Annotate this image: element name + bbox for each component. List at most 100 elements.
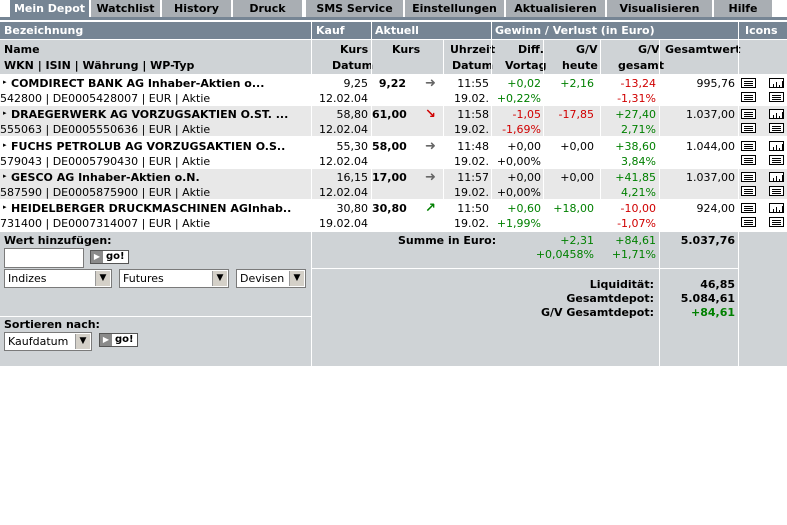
expand-triangle-icon[interactable]: ▸ [3, 172, 7, 180]
tab-hilfe[interactable]: Hilfe [714, 0, 774, 17]
chart-icon[interactable] [769, 141, 784, 151]
kauf-datum: 12.02.04 [319, 123, 368, 136]
uhrzeit: 11:57 [457, 171, 489, 184]
gv-gesamtdepot-label: G/V Gesamtdepot: [541, 306, 654, 319]
col-group-gewinn-verlust: Gewinn / Verlust (in Euro) [495, 24, 655, 37]
left-panel: Wert hinzufügen: ▶ go! Indizes ▼ Futures … [0, 232, 311, 366]
kauf-datum: 12.02.04 [319, 155, 368, 168]
sort-go-button[interactable]: ▶ go! [99, 333, 138, 347]
add-value-input[interactable] [4, 248, 84, 268]
expand-triangle-icon[interactable]: ▸ [3, 203, 7, 211]
gesamtwert: 995,76 [696, 77, 736, 90]
tab-visualisieren[interactable]: Visualisieren [607, 0, 714, 17]
gv-gesamt: -10,00 [620, 202, 656, 215]
gv-heute: -17,85 [558, 108, 594, 121]
col-kauf-kurs: Kurs [340, 43, 369, 56]
table-row[interactable]: ▸ HEIDELBERGER DRUCKMASCHINEN AGInhab.. 73… [0, 200, 787, 230]
kauf-kurs: 9,25 [343, 77, 369, 90]
table-header-groups: Bezeichnung Kauf Aktuell Gewinn / Verlus… [0, 22, 787, 39]
chart-icon[interactable] [769, 172, 784, 182]
kauf-kurs: 30,80 [336, 202, 369, 215]
summary-gv-heute: +2,31 [560, 234, 594, 247]
panel-divider [660, 268, 738, 269]
chart-icon[interactable] [769, 203, 784, 213]
devisen-select-value: Devisen [240, 272, 285, 285]
expand-triangle-icon[interactable]: ▸ [3, 141, 7, 149]
tab-watchlist[interactable]: Watchlist [91, 0, 162, 17]
diff-vortag: +0,60 [507, 202, 541, 215]
summary-label: Summe in Euro: [398, 234, 497, 247]
table-icon[interactable] [741, 172, 756, 182]
col-vortag: Vortag [505, 59, 547, 72]
table-icon[interactable] [741, 78, 756, 88]
diff-vortag: +0,00 [507, 171, 541, 184]
panel-divider [312, 268, 659, 269]
note-icon[interactable] [769, 92, 784, 102]
table-row[interactable]: ▸ DRAEGERWERK AG VORZUGSAKTIEN O.ST. ... 5… [0, 106, 787, 136]
col-separator [443, 40, 444, 232]
table-icon[interactable] [741, 141, 756, 151]
security-name-link[interactable]: GESCO AG Inhaber-Aktien o.N. [11, 171, 200, 184]
tab-history[interactable]: History [162, 0, 233, 17]
devisen-select[interactable]: Devisen ▼ [236, 269, 306, 288]
tab-druck[interactable]: Druck [233, 0, 304, 17]
chart-icon[interactable] [769, 109, 784, 119]
col-name: Name [4, 43, 40, 56]
col-group-bezeichnung: Bezeichnung [4, 24, 84, 37]
arrow-down-icon: ↘ [425, 107, 436, 122]
panel-divider [0, 316, 311, 317]
aktuell-datum: 19.02. [454, 155, 489, 168]
tab-sms-service[interactable]: SMS Service [306, 0, 405, 17]
chevron-down-icon: ▼ [289, 271, 304, 286]
sort-select[interactable]: Kaufdatum ▼ [4, 332, 92, 351]
table-row[interactable]: ▸ GESCO AG Inhaber-Aktien o.N. 587590 | DE… [0, 169, 787, 199]
gv-heute: +18,00 [553, 202, 594, 215]
add-value-go-button[interactable]: ▶ go! [90, 250, 129, 264]
table-icon[interactable] [741, 109, 756, 119]
news-icon[interactable] [741, 217, 756, 227]
security-name-link[interactable]: DRAEGERWERK AG VORZUGSAKTIEN O.ST. ... [11, 108, 288, 121]
news-icon[interactable] [741, 92, 756, 102]
news-icon[interactable] [741, 155, 756, 165]
futures-select-value: Futures [123, 272, 164, 285]
gv-gesamt: +41,85 [615, 171, 656, 184]
table-icon[interactable] [741, 203, 756, 213]
table-header-columns: Name WKN | ISIN | Währung | WP-Typ Kurs … [0, 40, 787, 74]
gv-gesamt-pct: 4,21% [621, 186, 656, 199]
security-name-link[interactable]: HEIDELBERGER DRUCKMASCHINEN AGInhab.. [11, 202, 291, 215]
aktuell-kurs: 30,80 [372, 202, 407, 215]
add-value-label: Wert hinzufügen: [4, 234, 112, 247]
tab-mein-depot[interactable]: Mein Depot [10, 0, 91, 17]
chevron-down-icon: ▼ [75, 334, 90, 349]
tab-aktualisieren[interactable]: Aktualisieren [506, 0, 607, 17]
diff-vortag: -1,05 [512, 108, 541, 121]
chart-icon[interactable] [769, 78, 784, 88]
table-row[interactable]: ▸ COMDIRECT BANK AG Inhaber-Aktien o... 54… [0, 75, 787, 105]
note-icon[interactable] [769, 123, 784, 133]
diff-vortag: +0,00 [507, 140, 541, 153]
gv-gesamt: +38,60 [615, 140, 656, 153]
col-heute: heute [562, 59, 598, 72]
expand-triangle-icon[interactable]: ▸ [3, 78, 7, 86]
summary-gesamtwert: 5.037,76 [680, 234, 735, 247]
security-name-link[interactable]: FUCHS PETROLUB AG VORZUGSAKTIEN O.S.. [11, 140, 285, 153]
indizes-select[interactable]: Indizes ▼ [4, 269, 112, 288]
gv-gesamt-pct: -1,31% [617, 92, 656, 105]
liquiditaet-value: 46,85 [700, 278, 735, 291]
sort-label: Sortieren nach: [4, 318, 100, 331]
aktuell-datum: 19.02. [454, 186, 489, 199]
col-gesamtwert: Gesamtwert [665, 43, 741, 56]
note-icon[interactable] [769, 217, 784, 227]
diff-vortag: +0,02 [507, 77, 541, 90]
expand-triangle-icon[interactable]: ▸ [3, 109, 7, 117]
note-icon[interactable] [769, 186, 784, 196]
futures-select[interactable]: Futures ▼ [119, 269, 229, 288]
tab-einstellungen[interactable]: Einstellungen [405, 0, 506, 17]
security-name-link[interactable]: COMDIRECT BANK AG Inhaber-Aktien o... [11, 77, 264, 90]
aktuell-kurs: 58,00 [372, 140, 407, 153]
note-icon[interactable] [769, 155, 784, 165]
col-aktuell-datum: Datum [452, 59, 494, 72]
news-icon[interactable] [741, 123, 756, 133]
news-icon[interactable] [741, 186, 756, 196]
table-row[interactable]: ▸ FUCHS PETROLUB AG VORZUGSAKTIEN O.S.. 57… [0, 138, 787, 168]
